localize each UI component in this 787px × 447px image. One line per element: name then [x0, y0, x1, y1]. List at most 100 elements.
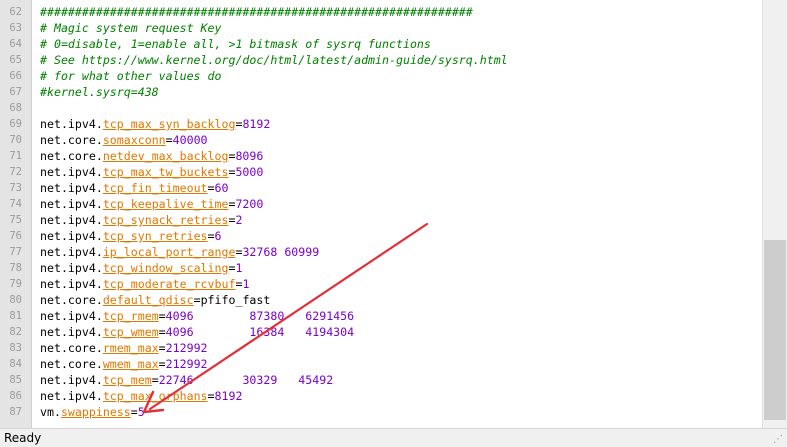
text-token: net.core. [40, 341, 103, 355]
code-line[interactable]: 79 net.ipv4.tcp_moderate_rcvbuf=1 [0, 276, 762, 292]
comment-token: # 0=disable, 1=enable all, >1 bitmask of… [40, 37, 431, 51]
code-line[interactable]: 81 net.ipv4.tcp_rmem=4096 87380 6291456 [0, 308, 762, 324]
value-token: 1 [235, 261, 243, 275]
line-text: net.core.netdev_max_backlog=8096 [40, 148, 263, 164]
line-text: #kernel.sysrq=438 [40, 84, 159, 100]
line-text: net.core.somaxconn=40000 [40, 132, 208, 148]
value-token: 6 [214, 229, 222, 243]
setting-key-token: tcp_moderate_rcvbuf [102, 277, 236, 291]
line-number: 68 [9, 102, 22, 114]
text-token: = [207, 389, 215, 403]
vertical-scrollbar[interactable] [762, 0, 787, 428]
code-line[interactable]: 67 #kernel.sysrq=438 [0, 84, 762, 100]
setting-key-token: tcp_syn_retries [102, 229, 208, 243]
line-text: net.core.default_qdisc=pfifo_fast [40, 292, 270, 308]
setting-key-token: wmem_max [102, 357, 159, 371]
resize-grip-icon[interactable]: ⋰ [773, 434, 785, 446]
code-line[interactable]: 85 net.ipv4.tcp_mem=22746 30329 45492 [0, 372, 762, 388]
comment-token: # See https://www.kernel.org/doc/html/la… [40, 53, 508, 67]
code-line[interactable]: 86 net.ipv4.tcp_max_orphans=8192 [0, 388, 762, 404]
value-token: 212992 [165, 357, 208, 371]
value-token: 32768 60999 [242, 245, 320, 259]
code-line[interactable]: 77 net.ipv4.ip_local_port_range=32768 609… [0, 244, 762, 260]
comment-token: #kernel.sysrq=438 [40, 85, 159, 99]
code-line[interactable]: 64 # 0=disable, 1=enable all, >1 bitmask … [0, 36, 762, 52]
setting-key-token: somaxconn [102, 133, 166, 147]
line-number: 84 [9, 358, 22, 370]
setting-key-token: tcp_window_scaling [102, 261, 229, 275]
code-line[interactable]: 72 net.ipv4.tcp_max_tw_buckets=5000 [0, 164, 762, 180]
text-token: net.ipv4. [40, 165, 103, 179]
code-line[interactable]: 75 net.ipv4.tcp_synack_retries=2 [0, 212, 762, 228]
code-line[interactable]: 68 [0, 100, 762, 116]
value-token: 8192 [214, 389, 243, 403]
line-number: 83 [9, 342, 22, 354]
text-token: net.ipv4. [40, 261, 103, 275]
code-line[interactable]: 69 net.ipv4.tcp_max_syn_backlog=8192 [0, 116, 762, 132]
text-token: net.ipv4. [40, 181, 103, 195]
text-token: = [158, 325, 166, 339]
line-text: net.ipv4.tcp_moderate_rcvbuf=1 [40, 276, 249, 292]
line-text: net.ipv4.tcp_mem=22746 30329 45492 [40, 372, 333, 388]
code-line[interactable]: 84 net.core.wmem_max=212992 [0, 356, 762, 372]
line-text: net.ipv4.tcp_keepalive_time=7200 [40, 196, 263, 212]
comment-token: ########################################… [40, 5, 473, 19]
code-line[interactable]: 80 net.core.default_qdisc=pfifo_fast [0, 292, 762, 308]
line-number: 73 [9, 182, 22, 194]
text-editor[interactable]: 62 ######################################… [0, 0, 762, 428]
value-token: 212992 [165, 341, 208, 355]
scrollbar-thumb[interactable] [764, 240, 786, 420]
code-line[interactable]: 82 net.ipv4.tcp_wmem=4096 16384 4194304 [0, 324, 762, 340]
setting-key-token: tcp_max_syn_backlog [102, 117, 236, 131]
text-token: net.ipv4. [40, 373, 103, 387]
line-text: # See https://www.kernel.org/doc/html/la… [40, 52, 508, 68]
code-line[interactable]: 66 # for what other values do [0, 68, 762, 84]
code-line[interactable]: 87 vm.swappiness=5 [0, 404, 762, 420]
comment-token: # Magic system request Key [40, 21, 222, 35]
code-line[interactable]: 83 net.core.rmem_max=212992 [0, 340, 762, 356]
text-token: net.ipv4. [40, 325, 103, 339]
line-number: 62 [9, 6, 22, 18]
setting-key-token: tcp_synack_retries [102, 213, 229, 227]
code-area[interactable]: 62 ######################################… [0, 4, 762, 420]
value-token: 40000 [172, 133, 208, 147]
code-line[interactable]: 73 net.ipv4.tcp_fin_timeout=60 [0, 180, 762, 196]
code-line[interactable]: 74 net.ipv4.tcp_keepalive_time=7200 [0, 196, 762, 212]
line-number: 74 [9, 198, 22, 210]
status-text: Ready [4, 431, 42, 445]
code-line[interactable]: 78 net.ipv4.tcp_window_scaling=1 [0, 260, 762, 276]
text-token: net.core. [40, 357, 103, 371]
value-token: 4096 16384 4194304 [165, 325, 355, 339]
line-text: net.ipv4.tcp_wmem=4096 16384 4194304 [40, 324, 354, 340]
text-token: net.core. [40, 133, 103, 147]
setting-key-token: ip_local_port_range [102, 245, 236, 259]
line-number: 69 [9, 118, 22, 130]
code-line[interactable]: 70 net.core.somaxconn=40000 [0, 132, 762, 148]
code-line[interactable]: 62 ######################################… [0, 4, 762, 20]
line-number: 64 [9, 38, 22, 50]
line-text: net.ipv4.tcp_max_syn_backlog=8192 [40, 116, 270, 132]
setting-key-token: tcp_mem [102, 373, 152, 387]
code-line[interactable]: 65 # See https://www.kernel.org/doc/html/… [0, 52, 762, 68]
line-number: 80 [9, 294, 22, 306]
setting-key-token: tcp_max_orphans [102, 389, 208, 403]
text-token: net.core. [40, 293, 103, 307]
line-number: 66 [9, 70, 22, 82]
setting-key-token: netdev_max_backlog [102, 149, 229, 163]
text-token: vm. [40, 405, 61, 419]
value-token: 2 [235, 213, 243, 227]
line-text: net.ipv4.ip_local_port_range=32768 60999 [40, 244, 319, 260]
text-token: = [158, 357, 166, 371]
setting-key-token: tcp_fin_timeout [102, 181, 208, 195]
text-token: = [151, 373, 159, 387]
text-token: net.ipv4. [40, 117, 103, 131]
code-line[interactable]: 63 # Magic system request Key [0, 20, 762, 36]
line-number: 82 [9, 326, 22, 338]
line-number: 87 [9, 406, 22, 418]
code-line[interactable]: 71 net.core.netdev_max_backlog=8096 [0, 148, 762, 164]
code-line[interactable]: 76 net.ipv4.tcp_syn_retries=6 [0, 228, 762, 244]
setting-key-token: tcp_keepalive_time [102, 197, 229, 211]
text-token: = [207, 229, 215, 243]
line-text: # for what other values do [40, 68, 221, 84]
line-text: # 0=disable, 1=enable all, >1 bitmask of… [40, 36, 431, 52]
